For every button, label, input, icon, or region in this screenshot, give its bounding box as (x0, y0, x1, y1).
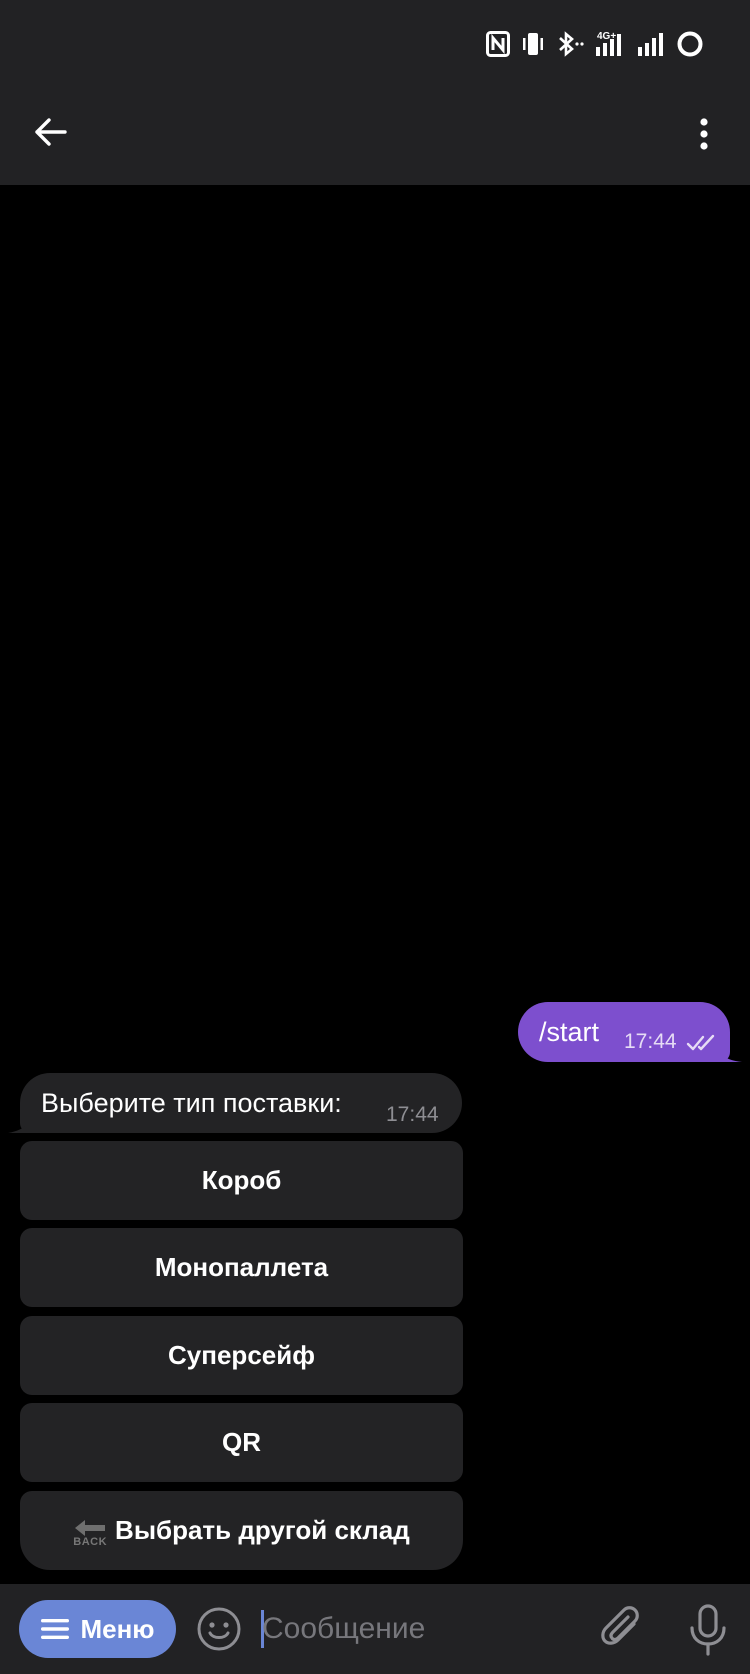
inline-button-choose-other-warehouse[interactable]: BACK Выбрать другой склад (20, 1491, 463, 1570)
battery-icon (677, 31, 703, 57)
paperclip-icon[interactable] (598, 1604, 646, 1654)
arrow-left-icon (35, 118, 67, 146)
back-emoji-label: BACK (73, 1535, 108, 1548)
inline-button-superseif[interactable]: Суперсейф (20, 1316, 463, 1395)
hamburger-icon (41, 1619, 70, 1639)
menu-button-label: Меню (80, 1613, 155, 1644)
back-button[interactable] (26, 108, 74, 156)
vibrate-icon (523, 33, 543, 55)
inline-button-label: Монопаллета (154, 1252, 329, 1282)
inline-button-monopalleta[interactable]: Монопаллета (20, 1228, 463, 1307)
message-input-bar: Меню (0, 1584, 750, 1674)
telegram-chat-screen: 4G+ /start 17:44 Выберите тип поставки: … (0, 0, 750, 1674)
signal-icon (638, 33, 663, 56)
inline-button-qr[interactable]: QR (20, 1403, 463, 1482)
microphone-icon[interactable] (682, 1602, 734, 1658)
bluetooth-icon (559, 31, 584, 57)
inline-button-label: Выбрать другой склад (115, 1515, 410, 1545)
bubble-tail (8, 1110, 38, 1133)
message-text: Выберите тип поставки: (41, 1088, 342, 1118)
more-vertical-icon (700, 118, 708, 150)
more-options-button[interactable] (680, 108, 728, 160)
signal-4g-icon: 4G+ (596, 31, 621, 56)
inline-button-label: QR (222, 1427, 261, 1457)
nfc-icon (486, 31, 510, 57)
back-arrow-emoji-icon: BACK (73, 1519, 108, 1548)
inline-button-korob[interactable]: Короб (20, 1141, 463, 1220)
inline-button-label: Суперсейф (168, 1340, 315, 1370)
message-input[interactable] (262, 1604, 582, 1654)
status-bar: 4G+ (486, 28, 704, 60)
inline-button-label: Короб (201, 1165, 282, 1195)
message-time: 17:44 (386, 1103, 439, 1126)
emoji-icon[interactable] (196, 1606, 242, 1652)
message-time: 17:44 (624, 1030, 677, 1053)
bot-menu-button[interactable]: Меню (19, 1600, 176, 1658)
double-check-icon (686, 1034, 715, 1051)
chat-header: 4G+ (0, 0, 750, 185)
message-text: /start (539, 1017, 600, 1047)
